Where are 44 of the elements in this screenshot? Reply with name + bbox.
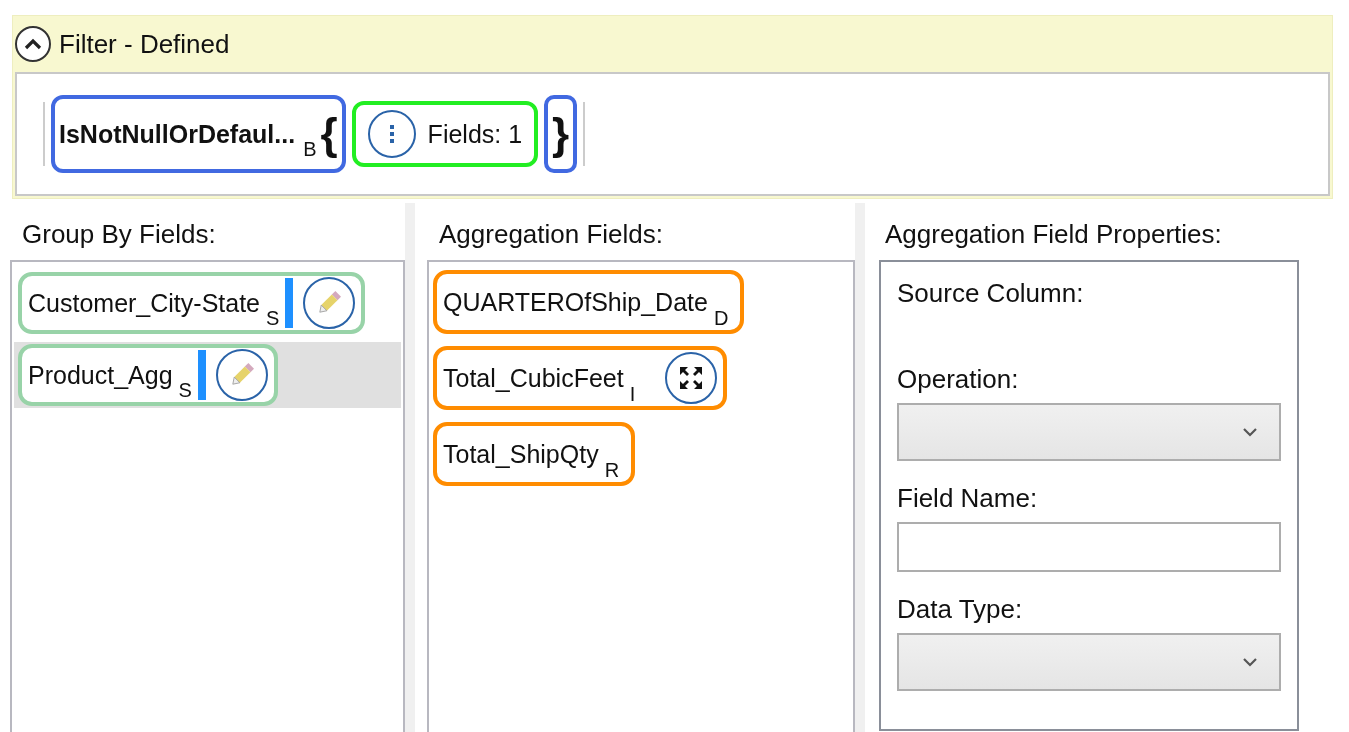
- chevron-down-icon: [1243, 657, 1257, 667]
- argument-token[interactable]: Fields: 1: [351, 101, 539, 167]
- filter-title: Filter - Defined: [59, 28, 230, 60]
- vertical-dots-icon: [388, 124, 395, 144]
- type-code: D: [713, 307, 729, 330]
- aggregation-label: Aggregation Fields:: [438, 218, 665, 251]
- list-row[interactable]: Product_Agg S: [14, 342, 401, 408]
- close-brace: }: [552, 112, 570, 156]
- aggregation-field-chip[interactable]: QUARTEROfShip_Date D: [433, 270, 745, 334]
- property-label: Source Column:: [897, 278, 1085, 309]
- field-name: Total_ShipQty: [443, 439, 599, 469]
- properties-label: Aggregation Field Properties:: [884, 218, 1223, 251]
- group-by-label: Group By Fields:: [21, 218, 217, 251]
- argument-label: Fields: 1: [427, 119, 523, 149]
- property-label: Operation:: [897, 364, 1020, 395]
- edit-button[interactable]: [303, 277, 356, 329]
- aggregation-field-chip[interactable]: Total_ShipQty R: [433, 422, 636, 486]
- field-name: Customer_City-State: [28, 288, 261, 318]
- field-name: Total_CubicFeet: [443, 363, 624, 393]
- expand-button[interactable]: [665, 352, 718, 404]
- input-field[interactable]: [897, 522, 1281, 572]
- more-options-button[interactable]: [367, 110, 416, 158]
- type-code: B: [303, 138, 317, 161]
- open-brace: {: [320, 112, 338, 156]
- close-brace-token[interactable]: }: [544, 95, 578, 173]
- group-field-chip[interactable]: Product_Agg S: [18, 344, 278, 406]
- vertical-bar-marker: [285, 278, 294, 328]
- collapse-button[interactable]: [15, 26, 51, 62]
- function-name: IsNotNullOrDefaul...: [59, 119, 296, 149]
- type-code: I: [629, 383, 636, 406]
- list-row[interactable]: Customer_City-State S: [14, 270, 401, 336]
- type-code: S: [178, 379, 192, 402]
- vertical-bar-marker: [197, 350, 206, 400]
- field-name: Product_Agg: [28, 360, 173, 390]
- property-label: Field Name:: [897, 483, 1039, 514]
- field-name: QUARTEROfShip_Date: [443, 287, 708, 317]
- property-label: Data Type:: [897, 594, 1024, 625]
- type-code: S: [266, 307, 280, 330]
- chevron-icon: [23, 37, 43, 51]
- edit-button[interactable]: [215, 349, 268, 401]
- group-field-chip[interactable]: Customer_City-State S: [18, 272, 366, 334]
- type-code: R: [604, 459, 620, 482]
- aggregation-field-chip[interactable]: Total_CubicFeet I: [433, 346, 728, 410]
- chevron-down-icon: [1243, 427, 1257, 437]
